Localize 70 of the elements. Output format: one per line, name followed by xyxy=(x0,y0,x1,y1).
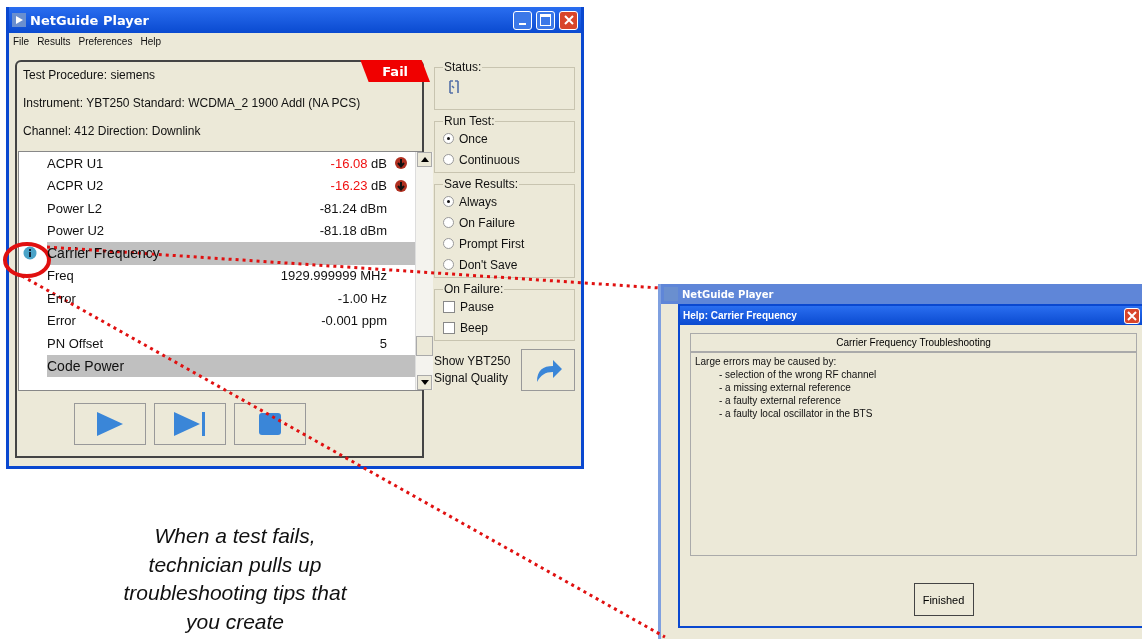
measurement-label: PN Offset xyxy=(47,335,105,351)
window-title: NetGuide Player xyxy=(30,12,149,28)
group-title: On Failure: xyxy=(443,282,505,296)
window-title: NetGuide Player xyxy=(682,288,774,300)
measurement-value: 1929.999999 MHz xyxy=(279,268,387,284)
forward-arrow-button[interactable] xyxy=(521,349,575,391)
measurement-value: -1.00 Hz xyxy=(336,290,387,306)
measurement-label: Freq xyxy=(47,268,75,284)
menu-item[interactable]: File xyxy=(13,36,30,47)
dialog-title: Help: Carrier Frequency xyxy=(683,310,797,321)
radio-option[interactable]: On Failure xyxy=(443,214,566,231)
menu-item[interactable]: Help xyxy=(140,36,161,47)
menu-item[interactable]: Preferences xyxy=(78,36,133,47)
scrollbar[interactable] xyxy=(415,152,433,390)
help-text-line: - selection of the wrong RF channel xyxy=(718,368,878,381)
help-text-line: - a faulty external reference xyxy=(718,394,842,407)
fail-arrow-icon xyxy=(395,179,407,192)
group-header: Code Power xyxy=(47,357,125,374)
minimize-button[interactable] xyxy=(513,10,532,30)
fail-arrow-icon xyxy=(395,157,407,170)
channel-label: Channel: 412 Direction: Downlink xyxy=(23,124,202,140)
signal-quality-label: Show YBT250 Signal Quality xyxy=(434,353,511,387)
maximize-button[interactable] xyxy=(536,10,555,30)
up-arrow-icon[interactable] xyxy=(420,157,429,162)
close-button[interactable] xyxy=(559,10,578,30)
app-icon xyxy=(12,13,26,27)
down-arrow-icon[interactable] xyxy=(420,380,429,385)
status-icon xyxy=(449,80,459,94)
step-icon xyxy=(171,410,208,437)
measurement-label: Error xyxy=(47,313,77,329)
checkbox-option[interactable]: Beep xyxy=(443,319,566,336)
procedure-label: Test Procedure: siemens xyxy=(23,68,157,84)
measurement-value: -0.001 ppm xyxy=(320,313,387,329)
measurement-value: -81.18 dBm xyxy=(318,223,387,239)
radio-option[interactable]: Once xyxy=(443,130,566,147)
measurement-value: -16.23 dB xyxy=(329,178,387,194)
measurement-value: 5 xyxy=(378,335,387,351)
stop-icon xyxy=(257,411,282,436)
group-title: Save Results: xyxy=(443,177,520,191)
radio-option[interactable]: Continuous xyxy=(443,151,566,168)
help-text-line: - a faulty local oscillator in the BTS xyxy=(718,407,874,420)
heading-button[interactable]: Carrier Frequency Troubleshooting xyxy=(690,333,1137,352)
close-button[interactable] xyxy=(1124,307,1140,324)
measurement-value: -16.08 dB xyxy=(329,155,387,171)
help-text-line: Large errors may be caused by: xyxy=(695,355,838,368)
play-button[interactable] xyxy=(73,402,146,445)
info-icon[interactable] xyxy=(23,246,37,261)
scroll-thumb[interactable] xyxy=(416,336,433,356)
finished-button[interactable]: Finished xyxy=(913,583,974,616)
close-icon xyxy=(1127,310,1137,321)
measurement-value: -81.24 dBm xyxy=(318,200,387,216)
measurement-label: ACPR U2 xyxy=(47,178,105,194)
help-text-line: - a missing external reference xyxy=(718,381,852,394)
radio-option[interactable]: Always xyxy=(443,193,566,210)
caption-text: When a test fails, technician pulls up troubleshooting tips that you create xyxy=(122,523,349,635)
measurement-label: Power U2 xyxy=(47,223,106,239)
step-button[interactable] xyxy=(153,402,226,445)
group-title: Status: xyxy=(443,60,483,74)
radio-option[interactable]: Prompt First xyxy=(443,235,566,252)
close-icon xyxy=(563,15,574,25)
group-title: Run Test: xyxy=(443,114,496,128)
play-icon xyxy=(94,410,125,437)
checkbox-option[interactable]: Pause xyxy=(443,298,566,315)
result-tab[interactable]: Fail xyxy=(360,60,430,82)
stop-button[interactable] xyxy=(233,402,306,445)
radio-option[interactable]: Don't Save xyxy=(443,256,566,273)
measurement-label: Power L2 xyxy=(47,200,103,216)
instrument-label: Instrument: YBT250 Standard: WCDMA_2 1900 Addl (NA PCS) xyxy=(23,96,361,112)
measurement-label: ACPR U1 xyxy=(47,155,105,171)
menu-item[interactable]: Results xyxy=(37,36,71,47)
